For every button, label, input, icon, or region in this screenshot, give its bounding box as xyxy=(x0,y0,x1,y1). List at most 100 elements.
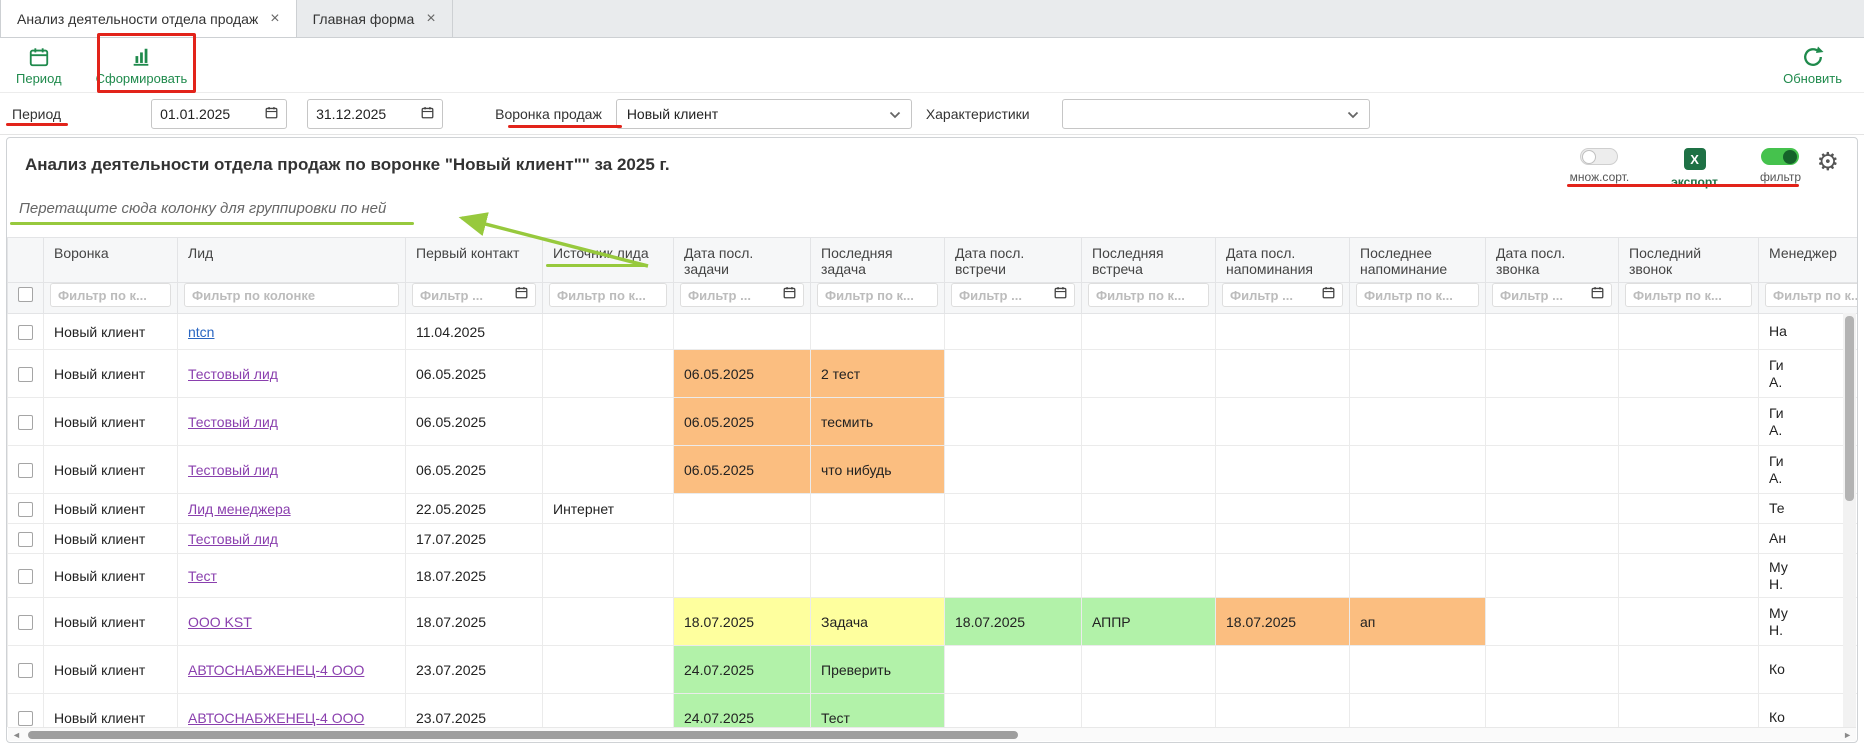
cell-last_task: Преверить xyxy=(811,646,945,694)
calendar-icon[interactable] xyxy=(1054,286,1067,304)
select-all-checkbox[interactable] xyxy=(18,287,33,302)
horizontal-scrollbar-thumb[interactable] xyxy=(28,731,1018,739)
characteristics-label: Характеристики xyxy=(926,106,1030,122)
cell-last_meeting_date xyxy=(945,554,1082,598)
filter-input-last_task_date[interactable]: Фильтр ... xyxy=(680,283,804,307)
row-checkbox[interactable] xyxy=(18,502,33,517)
column-header-last_reminder_date[interactable]: Дата посл. напоминания xyxy=(1216,238,1350,283)
vertical-scrollbar[interactable] xyxy=(1843,313,1856,729)
filter-input-last_call[interactable]: Фильтр по к... xyxy=(1625,283,1752,307)
filter-input-last_reminder[interactable]: Фильтр по к... xyxy=(1356,283,1479,307)
filter-input-last_task[interactable]: Фильтр по к... xyxy=(817,283,938,307)
grid-area: ВоронкаЛидПервый контактИсточник лидаДат… xyxy=(7,237,1857,727)
date-to-input[interactable]: 31.12.2025 xyxy=(307,99,443,129)
filter-input-source[interactable]: Фильтр по к... xyxy=(549,283,667,307)
tab-sales-analysis[interactable]: Анализ деятельности отдела продаж × xyxy=(0,0,297,37)
calendar-icon[interactable] xyxy=(783,286,796,304)
refresh-button-label: Обновить xyxy=(1783,71,1842,86)
calendar-icon[interactable] xyxy=(421,106,434,122)
lead-link[interactable]: Тестовый лид xyxy=(188,531,278,547)
chevron-down-icon xyxy=(889,106,901,122)
lead-link[interactable]: Тест xyxy=(188,568,217,584)
row-checkbox[interactable] xyxy=(18,463,33,478)
lead-link[interactable]: ntcn xyxy=(188,324,214,340)
column-header-last_call_date[interactable]: Дата посл. звонка xyxy=(1486,238,1619,283)
cell-last_task_date: 18.07.2025 xyxy=(674,598,811,646)
row-checkbox[interactable] xyxy=(18,415,33,430)
column-header-last_call[interactable]: Последний звонок xyxy=(1619,238,1759,283)
cell-last_call_date xyxy=(1486,314,1619,350)
filter-toggle[interactable] xyxy=(1761,148,1799,165)
lead-link[interactable]: АВТОСНАБЖЕНЕЦ-4 ООО xyxy=(188,710,364,726)
lead-link[interactable]: Лид менеджера xyxy=(188,501,291,517)
cell-first_contact: 23.07.2025 xyxy=(406,694,543,728)
row-checkbox[interactable] xyxy=(18,711,33,726)
cell-last_task: тесмить xyxy=(811,398,945,446)
row-checkbox[interactable] xyxy=(18,615,33,630)
cell-last_task: Задача xyxy=(811,598,945,646)
column-header-last_meeting[interactable]: Последняя встреча xyxy=(1082,238,1216,283)
multisort-toggle[interactable] xyxy=(1580,148,1618,165)
column-header-last_reminder[interactable]: Последнее напоминание xyxy=(1350,238,1486,283)
cell-last_meeting xyxy=(1082,554,1216,598)
refresh-button[interactable]: Обновить xyxy=(1783,44,1842,86)
lead-link[interactable]: Тестовый лид xyxy=(188,366,278,382)
table-row: Новый клиентntcn11.04.2025На xyxy=(8,314,1858,350)
cell-last_reminder xyxy=(1350,314,1486,350)
tab-main-form[interactable]: Главная форма × xyxy=(297,0,453,37)
cell-last_meeting xyxy=(1082,446,1216,494)
filter-input-manager[interactable]: Фильтр по к... xyxy=(1765,283,1857,307)
column-header-first_contact[interactable]: Первый контакт xyxy=(406,238,543,283)
row-checkbox[interactable] xyxy=(18,532,33,547)
filter-input-last_call_date[interactable]: Фильтр ... xyxy=(1492,283,1612,307)
close-icon[interactable]: × xyxy=(426,11,435,27)
group-drop-zone[interactable]: Перетащите сюда колонку для группировки … xyxy=(19,200,386,217)
period-button[interactable]: Период xyxy=(16,44,62,86)
row-checkbox[interactable] xyxy=(18,325,33,340)
generate-button[interactable]: Сформировать xyxy=(96,44,188,86)
cell-last_task_date xyxy=(674,554,811,598)
scroll-right-arrow[interactable]: ► xyxy=(1843,729,1852,741)
date-from-input[interactable]: 01.01.2025 xyxy=(151,99,287,129)
filter-input-funnel[interactable]: Фильтр по к... xyxy=(50,283,171,307)
row-checkbox[interactable] xyxy=(18,663,33,678)
cell-last_task xyxy=(811,524,945,554)
lead-link[interactable]: АВТОСНАБЖЕНЕЦ-4 ООО xyxy=(188,662,364,678)
column-header-manager[interactable]: Менеджер xyxy=(1759,238,1858,283)
filter-input-last_meeting_date[interactable]: Фильтр ... xyxy=(951,283,1075,307)
row-checkbox[interactable] xyxy=(18,569,33,584)
excel-export-icon[interactable]: X xyxy=(1684,148,1706,170)
lead-link[interactable]: Тестовый лид xyxy=(188,462,278,478)
close-icon[interactable]: × xyxy=(270,11,279,27)
cell-last_meeting xyxy=(1082,694,1216,728)
characteristics-select[interactable] xyxy=(1062,99,1370,129)
scroll-left-arrow[interactable]: ◄ xyxy=(12,729,21,741)
table-row: Новый клиентАВТОСНАБЖЕНЕЦ-4 ООО23.07.202… xyxy=(8,694,1858,728)
filter-input-last_meeting[interactable]: Фильтр по к... xyxy=(1088,283,1209,307)
funnel-select[interactable]: Новый клиент xyxy=(616,99,912,129)
calendar-icon[interactable] xyxy=(515,286,528,304)
header-checkbox-cell xyxy=(8,238,44,283)
calendar-icon[interactable] xyxy=(1322,286,1335,304)
column-header-last_task[interactable]: Последняя задача xyxy=(811,238,945,283)
gear-icon[interactable]: ⚙ xyxy=(1817,150,1839,175)
vertical-scrollbar-thumb[interactable] xyxy=(1845,316,1854,501)
lead-link[interactable]: ООО KST xyxy=(188,614,252,630)
filter-input-first_contact[interactable]: Фильтр ... xyxy=(412,283,536,307)
column-header-lead[interactable]: Лид xyxy=(178,238,406,283)
period-filter-label: Период xyxy=(12,106,61,122)
cell-source: Интернет xyxy=(543,494,674,524)
filter-input-last_reminder_date[interactable]: Фильтр ... xyxy=(1222,283,1343,307)
filter-input-lead[interactable]: Фильтр по колонке xyxy=(184,283,399,307)
calendar-icon[interactable] xyxy=(265,106,278,122)
lead-link[interactable]: Тестовый лид xyxy=(188,414,278,430)
column-header-last_task_date[interactable]: Дата посл. задачи xyxy=(674,238,811,283)
column-header-funnel[interactable]: Воронка xyxy=(44,238,178,283)
report-panel: Анализ деятельности отдела продаж по вор… xyxy=(6,137,1858,743)
column-header-source[interactable]: Источник лида xyxy=(543,238,674,283)
horizontal-scrollbar[interactable]: ◄ ► xyxy=(8,727,1856,741)
column-header-last_meeting_date[interactable]: Дата посл. встречи xyxy=(945,238,1082,283)
cell-first_contact: 11.04.2025 xyxy=(406,314,543,350)
calendar-icon[interactable] xyxy=(1591,286,1604,304)
row-checkbox[interactable] xyxy=(18,367,33,382)
